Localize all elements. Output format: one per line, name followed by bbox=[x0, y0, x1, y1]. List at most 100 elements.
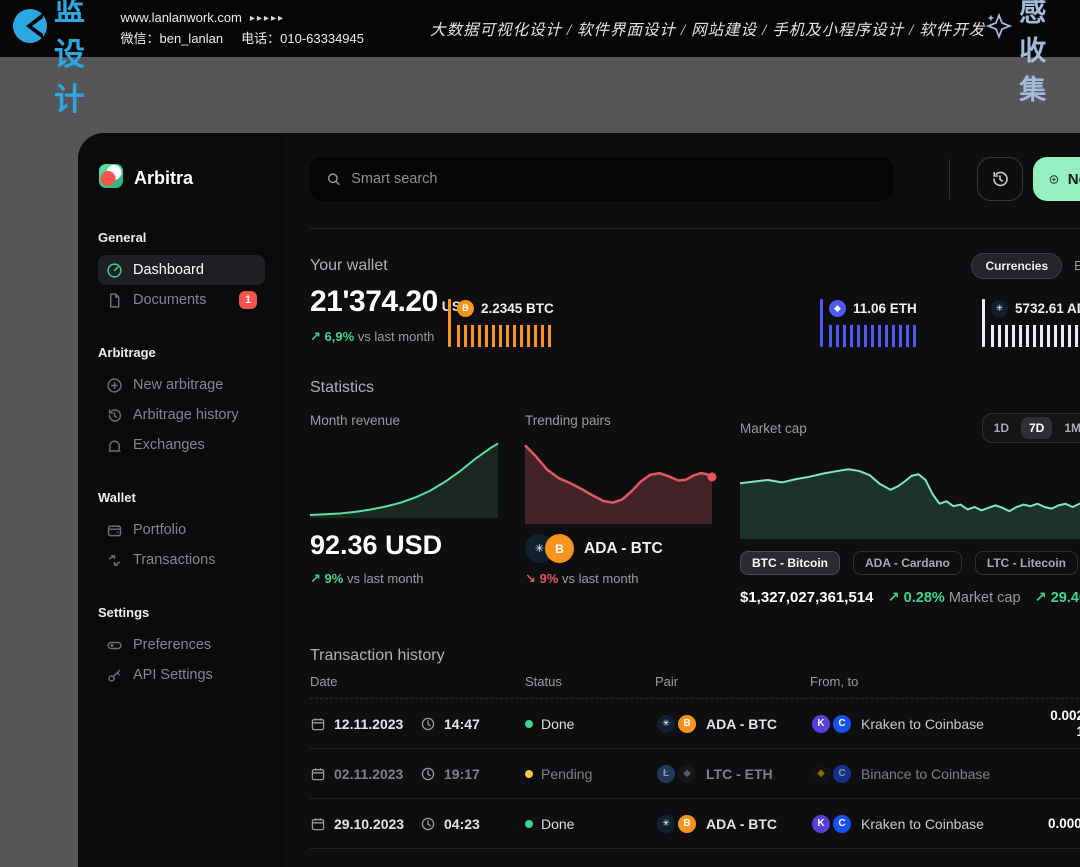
dashboard-card: Arbitra General Dashboard Documents 1 Ar… bbox=[78, 133, 1080, 867]
history-button[interactable] bbox=[977, 157, 1023, 201]
col-date: Date bbox=[310, 674, 525, 689]
banner-services: 大数据可视化设计 / 软件界面设计 / 网站建设 / 手机及小程序设计 / 软件… bbox=[430, 18, 985, 40]
sidebar-section-settings: Settings bbox=[98, 605, 265, 620]
dashboard-icon bbox=[106, 262, 123, 279]
month-revenue-change-note: vs last month bbox=[347, 571, 424, 586]
portfolio-icon bbox=[106, 522, 123, 539]
range-1d[interactable]: 1D bbox=[986, 417, 1017, 439]
wallet-title: Your wallet bbox=[310, 257, 388, 275]
app-logo[interactable]: Arbitra bbox=[98, 163, 265, 194]
sidebar-item-portfolio[interactable]: Portfolio bbox=[98, 515, 265, 545]
sidebar-item-new-arbitrage[interactable]: New arbitrage bbox=[98, 370, 265, 400]
arbitra-logo-icon bbox=[98, 163, 124, 194]
sidebar-item-api-settings[interactable]: API Settings bbox=[98, 660, 265, 690]
chart-end-dot bbox=[708, 473, 717, 482]
sidebar-item-label: New arbitrage bbox=[133, 377, 223, 393]
balance-change-note: vs last month bbox=[358, 329, 435, 344]
toggle-exchanges[interactable]: Exchanges bbox=[1074, 259, 1080, 273]
trending-pairs-chart bbox=[525, 442, 712, 524]
wallet-balance: 21'374.20USD ↗ 6,9% vs last month bbox=[310, 285, 448, 347]
ada-icon: ✳ bbox=[655, 713, 677, 735]
tx-date: 12.11.2023 bbox=[334, 716, 403, 732]
balance-change: ↗ 6,9% vs last month bbox=[310, 329, 448, 345]
plus-circle-icon bbox=[1049, 170, 1059, 189]
sidebar-section-wallet: Wallet bbox=[98, 490, 265, 505]
toggle-currencies[interactable]: Currencies bbox=[971, 253, 1062, 279]
banner-collect-button[interactable]: 灵感收集 bbox=[985, 0, 1064, 107]
tx-amount: 0.0000 bbox=[1048, 816, 1080, 832]
sidebar-item-arbitrage-history[interactable]: Arbitrage history bbox=[98, 400, 265, 430]
search-box[interactable] bbox=[310, 157, 893, 201]
holding-btc: B 2.2345 BTC bbox=[448, 299, 820, 347]
tx-pair: ADA - BTC bbox=[706, 816, 777, 832]
sidebar-item-label: Transactions bbox=[133, 552, 215, 568]
banner-wechat: 微信：ben_lanlan bbox=[121, 31, 224, 46]
history-clock-icon bbox=[990, 169, 1010, 189]
wallet-view-toggle: Currencies Exchanges bbox=[971, 253, 1080, 279]
sidebar-item-preferences[interactable]: Preferences bbox=[98, 630, 265, 660]
transaction-row[interactable]: 12.11.2023 14:47 Done ✳ B ADA - BTC K C … bbox=[310, 699, 1080, 749]
transaction-row[interactable]: 02.11.2023 19:17 Pending Ł ◆ LTC - ETH ◆… bbox=[310, 749, 1080, 799]
transactions-header: Date Status Pair From, to bbox=[310, 665, 1080, 699]
search-input[interactable] bbox=[351, 171, 877, 187]
status-pending-dot bbox=[525, 770, 533, 778]
calendar-icon bbox=[310, 766, 326, 782]
sidebar: Arbitra General Dashboard Documents 1 Ar… bbox=[78, 133, 283, 867]
eth-bars bbox=[829, 325, 917, 347]
plus-circle-icon bbox=[106, 377, 123, 394]
binance-icon: ◆ bbox=[810, 763, 832, 785]
sidebar-item-dashboard[interactable]: Dashboard bbox=[98, 255, 265, 285]
sidebar-item-label: Portfolio bbox=[133, 522, 186, 538]
sidebar-item-exchanges[interactable]: Exchanges bbox=[98, 430, 265, 460]
transaction-row[interactable]: 29.10.2023 04:23 Done ✳ B ADA - BTC K C … bbox=[310, 799, 1080, 849]
banner-brand-name: 蓝蓝设计 bbox=[54, 0, 105, 119]
sidebar-item-documents[interactable]: Documents 1 bbox=[98, 285, 265, 315]
eth-icon: ◆ bbox=[676, 763, 698, 785]
down-arrow-icon: ↘ bbox=[525, 571, 536, 586]
tx-time: 14:47 bbox=[444, 716, 480, 732]
market-cap-value: $1,327,027,361,514 bbox=[740, 589, 873, 606]
market-cap-label: Market cap bbox=[740, 421, 807, 436]
market-cap-pairs: BTC - Bitcoin ADA - Cardano LTC - Liteco… bbox=[740, 551, 1080, 575]
up-arrow-icon: ↗ bbox=[310, 571, 321, 586]
range-7d[interactable]: 7D bbox=[1021, 417, 1052, 439]
holdings-bar: B 2.2345 BTC ◆ 11.06 ETH bbox=[448, 299, 1080, 347]
market-cap-stats: $1,327,027,361,514 ↗ 0.28% Market cap ↗ … bbox=[740, 589, 1080, 606]
trending-change-note: vs last month bbox=[562, 571, 639, 586]
tx-route: Binance to Coinbase bbox=[861, 766, 990, 782]
pair-pill-ltc[interactable]: LTC - Litecoin bbox=[975, 551, 1078, 575]
tx-status: Done bbox=[541, 816, 574, 832]
new-arbitrage-button[interactable]: New arbitrage bbox=[1033, 157, 1080, 201]
sidebar-item-label: API Settings bbox=[133, 667, 213, 683]
tx-date: 02.11.2023 bbox=[334, 766, 403, 782]
document-icon bbox=[106, 292, 123, 309]
cap-change-label: Market cap bbox=[949, 590, 1021, 606]
month-revenue-change: ↗ 9% vs last month bbox=[310, 571, 525, 587]
range-1m[interactable]: 1M bbox=[1056, 417, 1080, 439]
documents-badge: 1 bbox=[239, 291, 257, 309]
ada-icon: ✳ bbox=[655, 813, 677, 835]
calendar-icon bbox=[310, 816, 326, 832]
cap-change-value: 0.28% bbox=[904, 590, 945, 606]
banner-brand[interactable]: 蓝蓝设计 bbox=[10, 0, 105, 119]
pair-pill-ada[interactable]: ADA - Cardano bbox=[853, 551, 962, 575]
status-done-dot bbox=[525, 720, 533, 728]
btc-icon: B bbox=[545, 534, 574, 563]
btc-amount: 2.2345 BTC bbox=[481, 301, 554, 316]
month-revenue-value: 92.36 USD bbox=[310, 530, 525, 561]
calendar-icon bbox=[310, 716, 326, 732]
col-from-to: From, to bbox=[810, 674, 1048, 689]
tx-date: 29.10.2023 bbox=[334, 816, 404, 832]
topbar-divider bbox=[949, 159, 950, 199]
sidebar-item-label: Dashboard bbox=[133, 262, 204, 278]
trending-pair: ✳ B ADA - BTC bbox=[525, 534, 740, 563]
pair-pill-btc[interactable]: BTC - Bitcoin bbox=[740, 551, 840, 575]
sidebar-item-label: Exchanges bbox=[133, 437, 205, 453]
trending-pair-name: ADA - BTC bbox=[584, 540, 663, 558]
banner-collect-label: 灵感收集 bbox=[1019, 0, 1064, 107]
exchange-icon bbox=[106, 437, 123, 454]
tx-amount: 0.002 1 bbox=[1048, 708, 1080, 740]
site-banner: 蓝蓝设计 www.lanlanwork.com ▸▸▸▸▸ 微信：ben_lan… bbox=[0, 0, 1080, 57]
section-divider bbox=[310, 228, 1080, 229]
sidebar-item-transactions[interactable]: Transactions bbox=[98, 545, 265, 575]
